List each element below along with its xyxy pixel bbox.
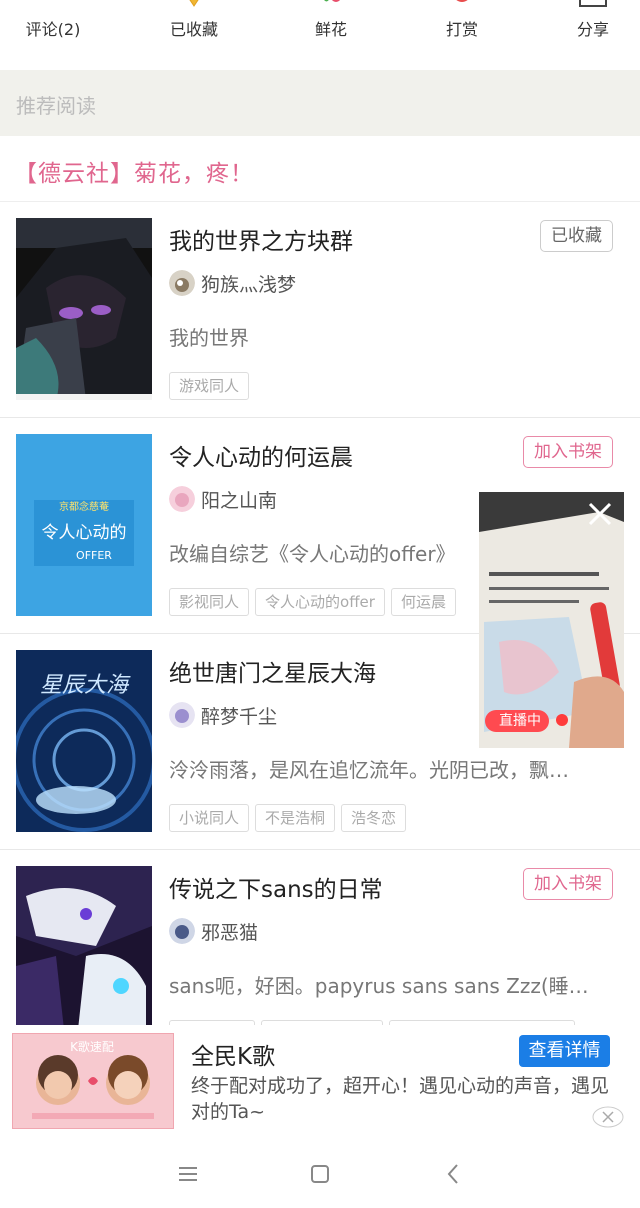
comment-icon (43, 0, 63, 8)
ad-image[interactable]: K歌速配 (12, 1033, 174, 1129)
ad-close-icon[interactable] (592, 1106, 624, 1128)
book-title[interactable]: 我的世界之方块群 (169, 222, 353, 256)
cover-brand: 京都念慈菴 (59, 500, 109, 513)
ad-desc: 终于配对成功了，超开心！遇见心动的声音，遇见对的Ta~ (191, 1075, 610, 1123)
book-desc: 泠泠雨落，是风在追忆流年。光阴已改，飘… (169, 758, 569, 782)
ad-image-title: K歌速配 (70, 1039, 114, 1054)
featured-link[interactable]: 【德云社】菊花，疼！ (0, 136, 640, 202)
flower-label: 鲜花 (314, 20, 347, 39)
ad-banner[interactable]: K歌速配 全民K歌 终于配对成功了，超开心！遇见心动的声音，遇见对的Ta~ 查看… (0, 1025, 640, 1138)
book-cover[interactable]: 京都念慈菴 令人心动的 OFFER (16, 434, 152, 616)
share-label: 分享 (576, 20, 609, 39)
live-video-window[interactable]: 直播中 (479, 492, 624, 748)
cover-offer: OFFER (76, 549, 112, 562)
author-name: 邪恶猫 (201, 922, 259, 944)
book-tags: 小说同人 不是浩桐 浩冬恋 (169, 804, 412, 832)
favorite-button[interactable]: 已收藏 (144, 0, 244, 70)
action-bar: 评论(2) 已收藏 鲜花 打赏 分享 (0, 0, 640, 70)
book-tag[interactable]: 游戏同人 (169, 372, 250, 400)
cover-title: 令人心动的 (42, 523, 127, 543)
live-dot-icon (556, 714, 568, 726)
avatar (169, 918, 195, 944)
flower-button[interactable]: 鲜花 (281, 0, 381, 70)
book-tag[interactable]: 影视同人 (169, 588, 250, 616)
book-title[interactable]: 绝世唐门之星辰大海 (169, 654, 376, 688)
avatar (169, 486, 195, 512)
view-details-button[interactable]: 查看详情 (519, 1035, 610, 1067)
book-cover[interactable] (16, 218, 152, 400)
author-name: 醉梦千尘 (201, 706, 278, 728)
comment-label: 评论(2) (25, 20, 81, 39)
book-item[interactable]: 我的世界之方块群 狗族灬浅梦 我的世界 游戏同人 已收藏 (0, 202, 640, 418)
share-icon (579, 0, 607, 7)
book-cover[interactable] (16, 866, 152, 1048)
reward-button[interactable]: 打赏 (412, 0, 512, 70)
home-icon[interactable] (306, 1160, 334, 1188)
add-bookshelf-button[interactable]: 加入书架 (523, 436, 613, 468)
avatar (169, 270, 195, 296)
author-name: 狗族灬浅梦 (201, 274, 297, 296)
favorite-icon (189, 0, 199, 7)
back-icon[interactable] (440, 1160, 468, 1188)
close-icon[interactable] (586, 500, 614, 528)
reward-icon (456, 0, 468, 2)
book-tag[interactable]: 小说同人 (169, 804, 250, 832)
book-title[interactable]: 令人心动的何运晨 (169, 438, 353, 472)
book-tag[interactable]: 不是浩桐 (255, 804, 336, 832)
bookshelf-button[interactable]: 已收藏 (540, 220, 613, 252)
book-tags: 游戏同人 (169, 372, 255, 400)
flower-icon (324, 0, 340, 2)
book-cover[interactable]: 星辰大海 (16, 650, 152, 832)
reward-label: 打赏 (445, 20, 478, 39)
share-button[interactable]: 分享 (543, 0, 640, 70)
menu-icon[interactable] (174, 1160, 202, 1188)
author-name: 阳之山南 (201, 490, 278, 512)
book-tag[interactable]: 浩冬恋 (341, 804, 407, 832)
featured-title: 【德云社】菊花，疼！ (14, 161, 254, 187)
system-nav-bar (0, 1138, 640, 1208)
ad-title[interactable]: 全民K歌 (191, 1037, 275, 1071)
comment-button[interactable]: 评论(2) (3, 0, 103, 70)
add-bookshelf-button[interactable]: 加入书架 (523, 868, 613, 900)
avatar (169, 702, 195, 728)
book-tag[interactable]: 令人心动的offer (255, 588, 385, 616)
recommend-header: 推荐阅读 (0, 70, 640, 136)
book-tags: 影视同人 令人心动的offer 何运晨 (169, 588, 462, 616)
book-desc: 我的世界 (169, 326, 249, 350)
favorite-label: 已收藏 (169, 20, 218, 39)
book-desc: sans呃，好困。papyrus sans sans Zzz(睡… (169, 974, 589, 998)
live-badge: 直播中 (485, 710, 549, 732)
book-tag[interactable]: 何运晨 (390, 588, 456, 616)
recommend-header-label: 推荐阅读 (16, 94, 96, 118)
book-title[interactable]: 传说之下sans的日常 (169, 870, 383, 904)
cover-title: 星辰大海 (40, 673, 131, 698)
